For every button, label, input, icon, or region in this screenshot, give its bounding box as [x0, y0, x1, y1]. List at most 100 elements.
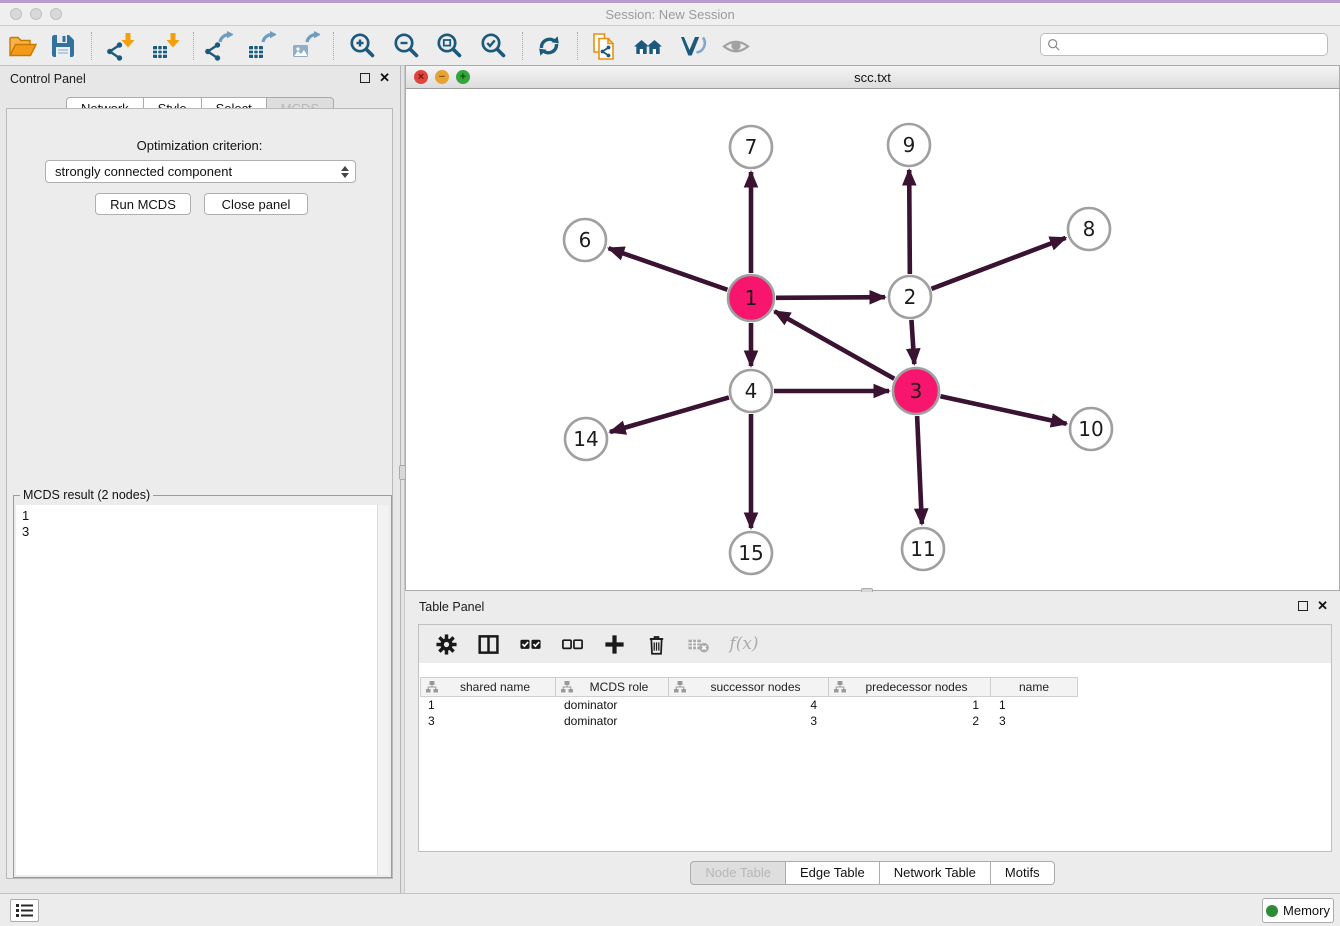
network-canvas[interactable]: 7 9 6 8 1 2 4 3 14 10 15 11: [406, 89, 1339, 590]
import-table-button[interactable]: [147, 28, 183, 64]
network-window-title: scc.txt: [406, 70, 1339, 85]
graph-node-1[interactable]: 1: [728, 275, 774, 321]
memory-status-button[interactable]: Memory: [1262, 898, 1334, 923]
table-row[interactable]: 1dominator411: [420, 697, 1330, 713]
cell-successor-nodes[interactable]: 4: [669, 697, 829, 713]
task-history-button[interactable]: [10, 899, 39, 922]
window-title: Session: New Session: [0, 7, 1340, 22]
graph-node-4[interactable]: 4: [730, 370, 772, 412]
export-network-icon: [203, 31, 233, 61]
new-network-icon: [589, 31, 619, 61]
table-panel: Table Panel ✕ f(x) shared nameMCDS roles…: [405, 592, 1340, 893]
node-label: 6: [579, 228, 592, 252]
gear-button[interactable]: [433, 631, 459, 657]
export-network-button[interactable]: [200, 28, 236, 64]
graph-node-14[interactable]: 14: [565, 418, 607, 460]
column-header-MCDS-role[interactable]: MCDS role: [556, 677, 669, 697]
table-row[interactable]: 3dominator323: [420, 713, 1330, 729]
export-image-button[interactable]: [287, 28, 323, 64]
tab-motifs[interactable]: Motifs: [990, 861, 1055, 885]
open-folder-button[interactable]: [4, 28, 40, 64]
delete-table-icon: [687, 633, 710, 656]
zoom-out-button[interactable]: [388, 28, 424, 64]
export-table-button[interactable]: [243, 28, 279, 64]
edge-4-14[interactable]: [610, 397, 729, 432]
fx-icon: f(x): [729, 634, 758, 654]
optimization-criterion-select[interactable]: strongly connected component: [45, 160, 356, 183]
graph-node-10[interactable]: 10: [1070, 408, 1112, 450]
result-scrollbar[interactable]: [377, 505, 389, 875]
network-window-titlebar[interactable]: ×−+ scc.txt: [406, 66, 1339, 89]
graph-node-3[interactable]: 3: [893, 368, 939, 414]
edge-2-9[interactable]: [909, 170, 910, 274]
close-table-panel-icon[interactable]: ✕: [1317, 601, 1328, 611]
cell-predecessor-nodes[interactable]: 2: [829, 713, 991, 729]
search-input[interactable]: [1065, 36, 1327, 54]
refresh-button[interactable]: [531, 28, 567, 64]
vizmapper-button[interactable]: [674, 28, 710, 64]
cell-MCDS-role[interactable]: dominator: [556, 697, 669, 713]
edge-3-1[interactable]: [775, 311, 895, 378]
column-header-shared-name[interactable]: shared name: [420, 677, 556, 697]
node-label: 1: [745, 286, 758, 310]
graph-node-8[interactable]: 8: [1068, 208, 1110, 250]
zoom-fit-button[interactable]: [431, 28, 467, 64]
mcds-result-list[interactable]: 13: [16, 505, 377, 875]
select-all-button[interactable]: [517, 631, 543, 657]
cell-successor-nodes[interactable]: 3: [669, 713, 829, 729]
result-node-id: 3: [22, 524, 371, 540]
graph-node-9[interactable]: 9: [888, 124, 930, 166]
run-mcds-button[interactable]: Run MCDS: [95, 193, 191, 215]
houses-button[interactable]: [630, 28, 666, 64]
column-header-predecessor-nodes[interactable]: predecessor nodes: [829, 677, 991, 697]
zoom-selected-button[interactable]: [475, 28, 511, 64]
add-row-button[interactable]: [601, 631, 627, 657]
edge-3-10[interactable]: [940, 396, 1066, 423]
graph-node-15[interactable]: 15: [730, 532, 772, 574]
close-panel-button[interactable]: Close panel: [204, 193, 308, 215]
delete-rows-icon: [645, 633, 668, 656]
network-view-window: ×−+ scc.txt 7 9 6 8 1 2 4 3 14 10 15 11: [405, 65, 1340, 591]
mcds-result-box: MCDS result (2 nodes) 13: [13, 495, 392, 878]
save-button[interactable]: [45, 28, 81, 64]
graph-node-6[interactable]: 6: [564, 219, 606, 261]
edge-3-11[interactable]: [917, 416, 922, 524]
tab-network-table[interactable]: Network Table: [879, 861, 991, 885]
graph-node-11[interactable]: 11: [902, 528, 944, 570]
save-icon: [48, 31, 78, 61]
float-panel-icon[interactable]: [360, 73, 370, 83]
status-bar: Memory: [0, 893, 1340, 926]
cell-predecessor-nodes[interactable]: 1: [829, 697, 991, 713]
cell-shared-name[interactable]: 1: [420, 697, 556, 713]
zoom-fit-icon: [434, 31, 464, 61]
cell-name[interactable]: 1: [991, 697, 1078, 713]
column-header-name[interactable]: name: [991, 677, 1078, 697]
node-label: 7: [745, 135, 758, 159]
column-tree-icon: [425, 680, 439, 694]
zoom-in-button[interactable]: [344, 28, 380, 64]
column-label: MCDS role: [574, 680, 664, 694]
edge-1-2[interactable]: [776, 297, 885, 298]
toolbar-separator: [333, 32, 334, 60]
split-pane-button[interactable]: [475, 631, 501, 657]
close-panel-icon[interactable]: ✕: [379, 73, 390, 83]
cell-name[interactable]: 3: [991, 713, 1078, 729]
edge-2-8[interactable]: [932, 238, 1066, 289]
new-network-button[interactable]: [586, 28, 622, 64]
deselect-all-button[interactable]: [559, 631, 585, 657]
cell-shared-name[interactable]: 3: [420, 713, 556, 729]
column-header-successor-nodes[interactable]: successor nodes: [669, 677, 829, 697]
tab-edge-table[interactable]: Edge Table: [785, 861, 880, 885]
cell-MCDS-role[interactable]: dominator: [556, 713, 669, 729]
edge-1-6[interactable]: [609, 248, 728, 290]
graph-node-7[interactable]: 7: [730, 126, 772, 168]
deselect-all-icon: [561, 633, 584, 656]
column-tree-icon: [560, 680, 574, 694]
edge-2-3[interactable]: [911, 320, 914, 364]
graph-node-2[interactable]: 2: [889, 276, 931, 318]
tab-node-table[interactable]: Node Table: [690, 861, 786, 885]
toolbar-separator: [193, 32, 194, 60]
float-table-panel-icon[interactable]: [1298, 601, 1308, 611]
import-network-button[interactable]: [102, 28, 138, 64]
delete-rows-button[interactable]: [643, 631, 669, 657]
